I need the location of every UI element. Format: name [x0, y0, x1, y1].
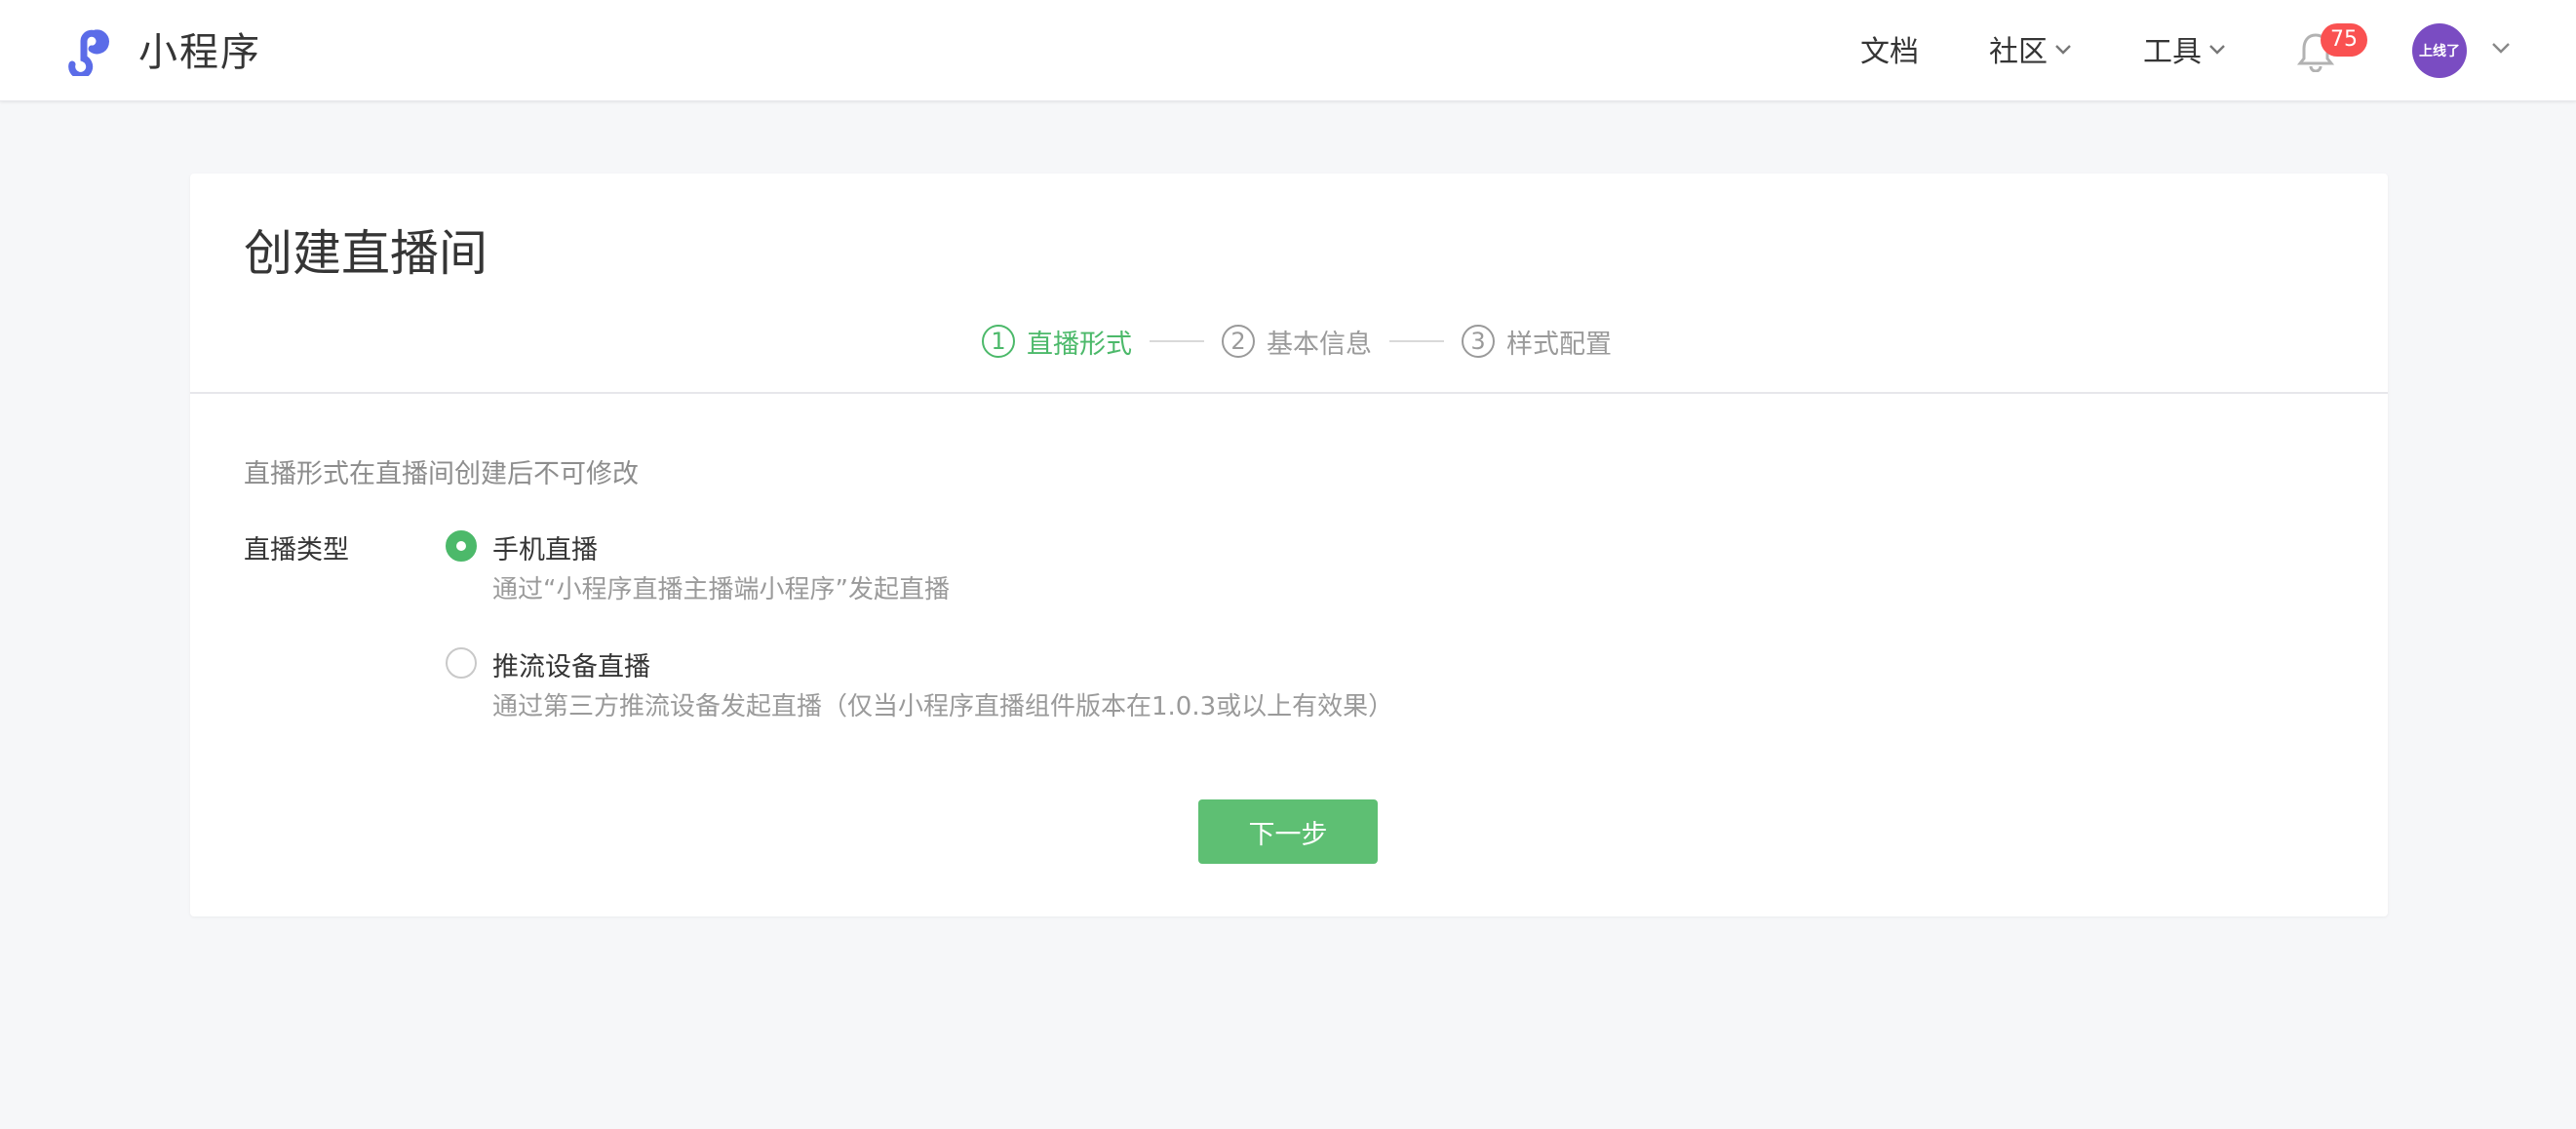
create-live-room-card: 创建直播间 1 直播形式 2 基本信息 3 样式配置 直播形式在直播间创建后不可… — [190, 174, 2388, 916]
step-1-number: 1 — [982, 325, 1015, 358]
step-3: 3 样式配置 — [1462, 323, 1612, 361]
step-3-label: 样式配置 — [1506, 329, 1612, 360]
push-device-live-radio[interactable] — [446, 647, 477, 679]
push-device-live-description: 通过第三方推流设备发起直播（仅当小程序直播组件版本在1.0.3或以上有效果） — [492, 692, 1394, 721]
step-connector — [1389, 340, 1444, 342]
next-step-button[interactable]: 下一步 — [1198, 799, 1378, 864]
step-2-number: 2 — [1222, 325, 1255, 358]
nav-community-label: 社区 — [1989, 35, 2048, 69]
account-menu-chevron-icon[interactable] — [2490, 41, 2512, 55]
miniprogram-logo-icon — [68, 29, 109, 76]
step-3-number: 3 — [1462, 325, 1495, 358]
nav-tools-label: 工具 — [2143, 35, 2202, 69]
form-notice: 直播形式在直播间创建后不可修改 — [244, 459, 639, 489]
push-device-live-title: 推流设备直播 — [492, 652, 650, 682]
nav-tools-menu[interactable]: 工具 — [2143, 27, 2227, 70]
mobile-live-radio[interactable] — [446, 530, 477, 562]
mobile-live-description: 通过“小程序直播主播端小程序”发起直播 — [492, 575, 950, 604]
nav-docs-link[interactable]: 文档 — [1860, 27, 1919, 70]
step-connector — [1150, 340, 1204, 342]
page-title: 创建直播间 — [244, 225, 488, 282]
user-avatar[interactable]: 上线了 — [2412, 23, 2467, 78]
step-1-label: 直播形式 — [1027, 329, 1132, 360]
app-title: 小程序 — [138, 30, 261, 75]
chevron-down-icon — [2055, 45, 2071, 55]
notification-count-badge: 75 — [2321, 23, 2367, 57]
nav-docs-label: 文档 — [1860, 35, 1919, 69]
step-2-label: 基本信息 — [1267, 329, 1372, 360]
card-header: 创建直播间 1 直播形式 2 基本信息 3 样式配置 — [190, 174, 2388, 394]
avatar-label: 上线了 — [2419, 44, 2460, 59]
step-indicator: 1 直播形式 2 基本信息 3 样式配置 — [982, 318, 1612, 365]
step-1: 1 直播形式 — [982, 323, 1132, 361]
top-navigation-bar: 小程序 文档 社区 工具 75 上线了 — [0, 0, 2576, 101]
app-logo[interactable]: 小程序 — [62, 18, 261, 80]
step-2: 2 基本信息 — [1222, 323, 1372, 361]
notifications-button[interactable]: 75 — [2297, 23, 2367, 76]
live-type-label: 直播类型 — [244, 535, 349, 565]
chevron-down-icon — [2209, 45, 2225, 55]
mobile-live-title: 手机直播 — [492, 535, 598, 565]
nav-community-menu[interactable]: 社区 — [1989, 27, 2073, 70]
